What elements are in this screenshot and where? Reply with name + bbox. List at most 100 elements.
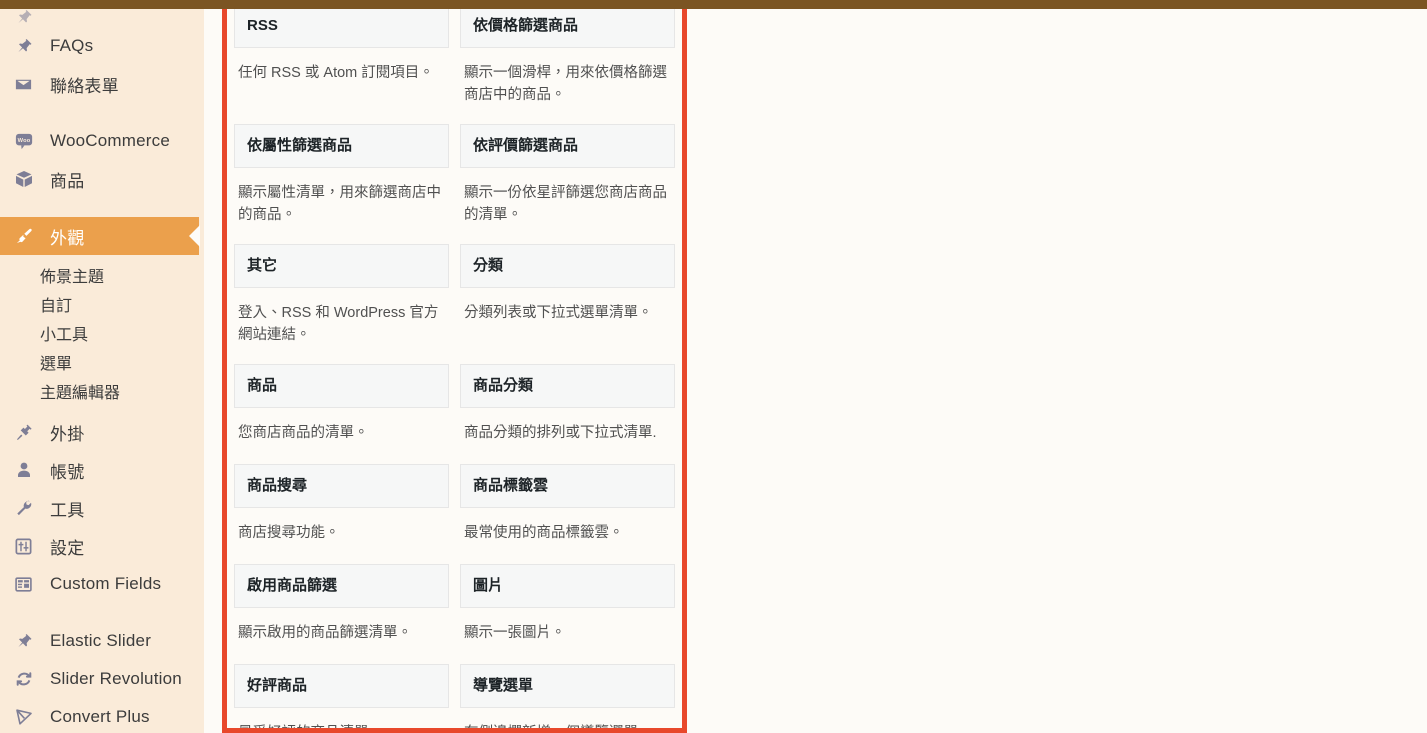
- widget-card-header[interactable]: 啟用商品篩選: [234, 564, 449, 608]
- sidebar-item-convert-plus[interactable]: Convert Plus: [0, 698, 204, 733]
- widget-description: 在側邊欄新增一個導覽選單: [460, 708, 675, 728]
- widget-description: 顯示一份依星評篩選您商店商品的清單。: [464, 185, 667, 224]
- widget-description: 顯示啟用的商品篩選清單。: [238, 625, 412, 641]
- widget-card-header[interactable]: 商品標籤雲: [460, 464, 675, 508]
- widget-description: 顯示屬性清單，用來篩選商店中的商品。: [238, 185, 441, 224]
- pin-icon: [14, 9, 44, 27]
- widget-title: 圖片: [473, 577, 504, 594]
- widget-description: 最常使用的商品標籤雲。: [464, 525, 624, 541]
- widget-card[interactable]: 圖片 顯示一張圖片。: [460, 564, 675, 664]
- submenu-item-label: 小工具: [40, 326, 89, 344]
- widget-card[interactable]: 其它 登入、RSS 和 WordPress 官方網站連結。: [234, 244, 449, 364]
- sidebar-item-tools[interactable]: 工具: [0, 489, 204, 527]
- sidebar-item-faqs[interactable]: FAQs: [0, 27, 204, 65]
- wrench-icon: [14, 498, 44, 518]
- sidebar-item-settings[interactable]: 設定: [0, 527, 204, 565]
- widget-card-header[interactable]: 依屬性篩選商品: [234, 124, 449, 168]
- sliders-icon: [14, 537, 44, 556]
- sidebar-group-separator: [0, 103, 204, 122]
- widget-description: 最受好評的商品清單。: [234, 708, 449, 728]
- sidebar-group-separator: [0, 603, 204, 622]
- widget-title: 啟用商品篩選: [247, 577, 338, 594]
- sidebar-item-label: Slider Revolution: [50, 669, 182, 688]
- widget-card-header[interactable]: 分類: [460, 244, 675, 288]
- widget-card-header[interactable]: 導覽選單: [460, 664, 675, 708]
- widget-card[interactable]: RSS 任何 RSS 或 Atom 訂閱項目。: [234, 4, 449, 124]
- widget-card[interactable]: 啟用商品篩選 顯示啟用的商品篩選清單。: [234, 564, 449, 664]
- submenu-item-widgets[interactable]: 小工具: [0, 318, 204, 347]
- refresh-icon: [14, 669, 44, 689]
- paper-plane-icon: [14, 707, 44, 727]
- widget-card[interactable]: 商品搜尋 商店搜尋功能。: [234, 464, 449, 564]
- submenu-item-customize[interactable]: 自訂: [0, 289, 204, 318]
- sidebar-item-products[interactable]: 商品: [0, 160, 204, 198]
- submenu-item-label: 自訂: [40, 297, 73, 315]
- widget-card[interactable]: 好評商品 最受好評的商品清單。: [234, 664, 449, 728]
- submenu-item-theme-editor[interactable]: 主題編輯器: [0, 376, 204, 405]
- widget-card[interactable]: 依屬性篩選商品 顯示屬性清單，用來篩選商店中的商品。: [234, 124, 449, 244]
- widget-card-header[interactable]: 商品搜尋: [234, 464, 449, 508]
- widget-card[interactable]: 依評價篩選商品 顯示一份依星評篩選您商店商品的清單。: [460, 124, 675, 244]
- envelope-icon: [14, 75, 44, 94]
- sidebar-group-separator: [0, 198, 204, 217]
- submenu-item-label: 佈景主題: [40, 268, 105, 286]
- widget-card[interactable]: 商品分類 商品分類的排列或下拉式清單.: [460, 364, 675, 464]
- widget-title: 商品標籤雲: [473, 477, 549, 494]
- sidebar-item-label: 聯絡表單: [50, 76, 119, 96]
- sidebar-item-partial-top[interactable]: [0, 9, 204, 27]
- widget-title: RSS: [247, 17, 278, 34]
- widget-description: 顯示一個滑桿，用來依價格篩選商店中的商品。: [464, 65, 667, 104]
- sidebar-item-custom-fields[interactable]: Custom Fields: [0, 565, 204, 603]
- widget-title: 商品: [247, 377, 278, 394]
- widget-card[interactable]: 分類 分類列表或下拉式選單清單。: [460, 244, 675, 364]
- sidebar-item-slider-revolution[interactable]: Slider Revolution: [0, 660, 204, 698]
- widget-card-header[interactable]: 其它: [234, 244, 449, 288]
- widget-title: 分類: [473, 257, 504, 274]
- sidebar-item-label: 帳號: [50, 462, 85, 482]
- sidebar-item-elastic-slider[interactable]: Elastic Slider: [0, 622, 204, 660]
- widget-title: 其它: [247, 257, 278, 274]
- submenu-item-themes[interactable]: 佈景主題: [0, 260, 204, 289]
- pin-icon: [14, 632, 44, 651]
- table-icon: [14, 575, 44, 594]
- submenu-item-menus[interactable]: 選單: [0, 347, 204, 376]
- sidebar-item-label: Elastic Slider: [50, 631, 152, 650]
- admin-sidebar-menu: FAQs 聯絡表單 Woo WooCommerce 商品 外觀 佈景主題 自訂 …: [0, 0, 204, 733]
- available-widgets-scroll-area[interactable]: RSS 任何 RSS 或 Atom 訂閱項目。 依價格篩選商品 顯示一個滑桿，用…: [227, 0, 682, 728]
- widget-card-header[interactable]: 商品分類: [460, 364, 675, 408]
- widget-card[interactable]: 商品 您商店商品的清單。: [234, 364, 449, 464]
- widget-description: 登入、RSS 和 WordPress 官方網站連結。: [238, 305, 439, 344]
- sidebar-item-label: 外掛: [50, 424, 85, 444]
- widget-title: 商品分類: [473, 377, 534, 394]
- sidebar-item-appearance[interactable]: 外觀: [0, 217, 199, 255]
- widget-card[interactable]: 商品標籤雲 最常使用的商品標籤雲。: [460, 464, 675, 564]
- box-icon: [14, 169, 44, 189]
- sidebar-item-users[interactable]: 帳號: [0, 451, 204, 489]
- widget-description: 分類列表或下拉式選單清單。: [464, 305, 653, 321]
- widget-card-header[interactable]: 商品: [234, 364, 449, 408]
- widget-card-header[interactable]: 依評價篩選商品: [460, 124, 675, 168]
- widget-card[interactable]: 導覽選單 在側邊欄新增一個導覽選單: [460, 664, 675, 728]
- widget-card-header[interactable]: 依價格篩選商品: [460, 4, 675, 48]
- sidebar-item-label: WooCommerce: [50, 131, 170, 150]
- sidebar-item-label: Convert Plus: [50, 707, 150, 726]
- svg-text:Woo: Woo: [18, 138, 31, 144]
- widget-description: 您商店商品的清單。: [238, 425, 369, 441]
- sidebar-item-label: 設定: [50, 538, 85, 558]
- sidebar-item-contact-form[interactable]: 聯絡表單: [0, 65, 204, 103]
- user-icon: [14, 460, 44, 480]
- sidebar-item-woocommerce[interactable]: Woo WooCommerce: [0, 122, 204, 160]
- available-widgets-panel: RSS 任何 RSS 或 Atom 訂閱項目。 依價格篩選商品 顯示一個滑桿，用…: [222, 0, 687, 733]
- submenu-item-label: 選單: [40, 355, 73, 373]
- widget-card-header[interactable]: RSS: [234, 4, 449, 48]
- pin-icon: [14, 37, 44, 56]
- widget-card[interactable]: 依價格篩選商品 顯示一個滑桿，用來依價格篩選商店中的商品。: [460, 4, 675, 124]
- widget-description: 任何 RSS 或 Atom 訂閱項目。: [238, 65, 434, 81]
- paintbrush-icon: [14, 226, 44, 246]
- available-widgets-grid: RSS 任何 RSS 或 Atom 訂閱項目。 依價格篩選商品 顯示一個滑桿，用…: [234, 4, 675, 728]
- plug-icon: [14, 422, 44, 442]
- sidebar-item-plugins[interactable]: 外掛: [0, 413, 204, 451]
- widget-card-header[interactable]: 圖片: [460, 564, 675, 608]
- widget-card-header[interactable]: 好評商品: [234, 664, 449, 708]
- widget-title: 依評價篩選商品: [473, 137, 579, 154]
